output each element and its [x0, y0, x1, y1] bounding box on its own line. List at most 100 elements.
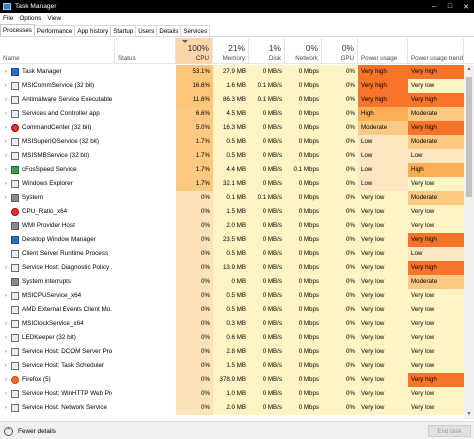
table-row[interactable]: › Service Host: Task Scheduler 0% 1.5 MB 0 M…	[0, 359, 464, 373]
menu-file[interactable]: File	[0, 15, 16, 22]
column-header-name[interactable]: Name	[0, 38, 115, 64]
network-value: 0 Mbps	[285, 135, 322, 149]
power-usage-value: Very low	[358, 317, 408, 331]
process-name: Service Host: WinHTTP Web Pro...	[22, 390, 112, 397]
tab-performance[interactable]: Performance	[33, 25, 76, 36]
tab-details[interactable]: Details	[156, 25, 182, 36]
power-usage-value: Moderate	[358, 121, 408, 135]
chevron-right-icon[interactable]: ›	[3, 401, 9, 415]
process-status	[115, 303, 176, 317]
scrollbar-thumb[interactable]	[466, 77, 472, 197]
network-value: 0 Mbps	[285, 233, 322, 247]
chevron-right-icon[interactable]: ›	[3, 289, 9, 303]
column-header-network[interactable]: 0% Network	[285, 38, 322, 64]
chevron-right-icon[interactable]: ›	[3, 163, 9, 177]
chevron-right-icon[interactable]: ›	[3, 359, 9, 373]
chevron-right-icon[interactable]: ›	[3, 345, 9, 359]
scroll-down-icon[interactable]: ▼	[464, 410, 474, 419]
chevron-right-icon[interactable]: ›	[3, 331, 9, 345]
menu-options[interactable]: Options	[16, 15, 44, 22]
table-row[interactable]: › CommandCenter (32 bit) 5.0% 16.3 MB 0 MB/s…	[0, 121, 464, 135]
gpu-value: 0%	[322, 135, 358, 149]
chevron-right-icon[interactable]: ›	[3, 93, 9, 107]
scroll-up-icon[interactable]: ▲	[464, 65, 474, 74]
table-row[interactable]: › System 0% 0.1 MB 0.1 MB/s 0 Mbps 0% Very low M…	[0, 191, 464, 205]
table-row[interactable]: › MSIClockService_x64 0% 0.3 MB 0 MB/s 0 Mbps…	[0, 317, 464, 331]
fewer-details-button[interactable]: ⌃ Fewer details	[4, 425, 56, 437]
table-row[interactable]: Desktop Window Manager 0% 23.5 MB 0 MB/s 0 M…	[0, 233, 464, 247]
disk-value: 0 MB/s	[249, 121, 285, 135]
tab-users[interactable]: Users	[135, 25, 158, 36]
table-row[interactable]: › Service Host: Diagnostic Policy ... 0% 13…	[0, 261, 464, 275]
maximize-button[interactable]: □	[442, 0, 458, 13]
memory-value: 378.9 MB	[213, 373, 249, 387]
column-header-power-trend[interactable]: Power usage trend	[408, 38, 464, 64]
vertical-scrollbar[interactable]: ▲ ▼	[464, 65, 474, 419]
table-row[interactable]: › cFosSpeed Service 1.7% 4.4 MB 0 MB/s 0.1 Mb…	[0, 163, 464, 177]
column-header-memory[interactable]: 21% Memory	[213, 38, 249, 64]
table-row[interactable]: › Windows Explorer 1.7% 32.1 MB 0 MB/s 0 Mbps…	[0, 177, 464, 191]
table-row[interactable]: CPU_Ratio_x64 0% 1.5 MB 0 MB/s 0 Mbps 0% Very …	[0, 205, 464, 219]
minimize-button[interactable]: –	[426, 0, 442, 13]
process-grid: Name Status 100% CPU 21% Memory 1% Disk …	[0, 38, 474, 419]
table-row[interactable]: › MSISMBService (32 bit) 1.7% 0.5 MB 0 MB/s 0…	[0, 149, 464, 163]
table-row[interactable]: › Services and Controller app 6.6% 4.5 MB 0 …	[0, 107, 464, 121]
gpu-total: 0%	[341, 43, 354, 53]
column-header-disk[interactable]: 1% Disk	[249, 38, 285, 64]
power-trend-value: Very high	[408, 65, 464, 79]
service-icon	[11, 320, 19, 328]
table-row[interactable]: System interrupts 0% 0 MB 0 MB/s 0 Mbps 0% Ver…	[0, 275, 464, 289]
chevron-right-icon[interactable]: ›	[3, 373, 9, 387]
chevron-right-icon[interactable]: ›	[3, 79, 9, 93]
process-status	[115, 261, 176, 275]
network-value: 0 Mbps	[285, 65, 322, 79]
column-header-gpu[interactable]: 0% GPU	[322, 38, 358, 64]
chevron-right-icon[interactable]: ›	[3, 317, 9, 331]
menu-view[interactable]: View	[44, 15, 64, 22]
close-button[interactable]: ✕	[458, 0, 474, 13]
table-row[interactable]: AMD External Events Client Mo... 0% 0.5 MB…	[0, 303, 464, 317]
chevron-right-icon[interactable]: ›	[3, 191, 9, 205]
column-header-status[interactable]: Status	[115, 38, 176, 64]
chevron-right-icon[interactable]: ›	[3, 121, 9, 135]
column-header-power-usage[interactable]: Power usage	[358, 38, 408, 64]
tab-startup[interactable]: Startup	[110, 25, 137, 36]
table-row[interactable]: › MSICPUService_x64 0% 0.5 MB 0 MB/s 0 Mbps 0%…	[0, 289, 464, 303]
process-status	[115, 359, 176, 373]
tab-app-history[interactable]: App history	[74, 25, 112, 36]
table-row[interactable]: › Firefox (5) 0% 378.9 MB 0 MB/s 0 Mbps 0% Very…	[0, 373, 464, 387]
chevron-right-icon[interactable]: ›	[3, 65, 9, 79]
chevron-right-icon[interactable]: ›	[3, 261, 9, 275]
column-name-label: Name	[3, 55, 20, 62]
table-row[interactable]: › Antimalware Service Executable 11.6% 86.3…	[0, 93, 464, 107]
table-row[interactable]: › Service Host: WinHTTP Web Pro... 0% 1.0 M…	[0, 387, 464, 401]
table-row[interactable]: Client Server Runtime Process 0% 0.5 MB 0 M…	[0, 247, 464, 261]
chevron-right-icon[interactable]: ›	[3, 149, 9, 163]
table-row[interactable]: › MSISuperIOService (32 bit) 1.7% 0.5 MB 0 M…	[0, 135, 464, 149]
cpu-value: 0%	[176, 205, 213, 219]
table-row[interactable]: › Service Host: DCOM Server Proc... 0% 2.8 …	[0, 345, 464, 359]
service-icon	[11, 82, 19, 90]
table-row[interactable]: › MSICommService (32 bit) 16.6% 1.6 MB 0.1 M…	[0, 79, 464, 93]
process-name: System interrupts	[22, 278, 71, 285]
power-usage-value: Low	[358, 135, 408, 149]
table-row[interactable]: WMI Provider Host 0% 2.0 MB 0 MB/s 0 Mbps 0% V…	[0, 219, 464, 233]
memory-value: 0.5 MB	[213, 135, 249, 149]
menu-bar: File Options View	[0, 13, 474, 24]
chevron-right-icon[interactable]: ›	[3, 135, 9, 149]
memory-value: 1.5 MB	[213, 205, 249, 219]
cpu-value: 6.6%	[176, 107, 213, 121]
table-row[interactable]: › Task Manager 53.1% 27.9 MB 0 MB/s 0 Mbps 0% V…	[0, 65, 464, 79]
table-row[interactable]: › Service Host: Network Service 0% 2.0 MB 0 …	[0, 401, 464, 415]
column-header-cpu[interactable]: 100% CPU	[176, 38, 213, 64]
table-row[interactable]: › LEDKeeper (32 bit) 0% 0.6 MB 0 MB/s 0 Mbps 0…	[0, 331, 464, 345]
chevron-right-icon[interactable]: ›	[3, 387, 9, 401]
tab-processes[interactable]: Processes	[0, 24, 35, 36]
chevron-right-icon[interactable]: ›	[3, 107, 9, 121]
end-task-button[interactable]: End task	[428, 425, 471, 437]
power-usage-value: Very high	[358, 79, 408, 93]
chevron-right-icon[interactable]: ›	[3, 177, 9, 191]
network-value: 0 Mbps	[285, 275, 322, 289]
tab-services[interactable]: Services	[180, 25, 211, 36]
power-trend-value: Moderate	[408, 191, 464, 205]
